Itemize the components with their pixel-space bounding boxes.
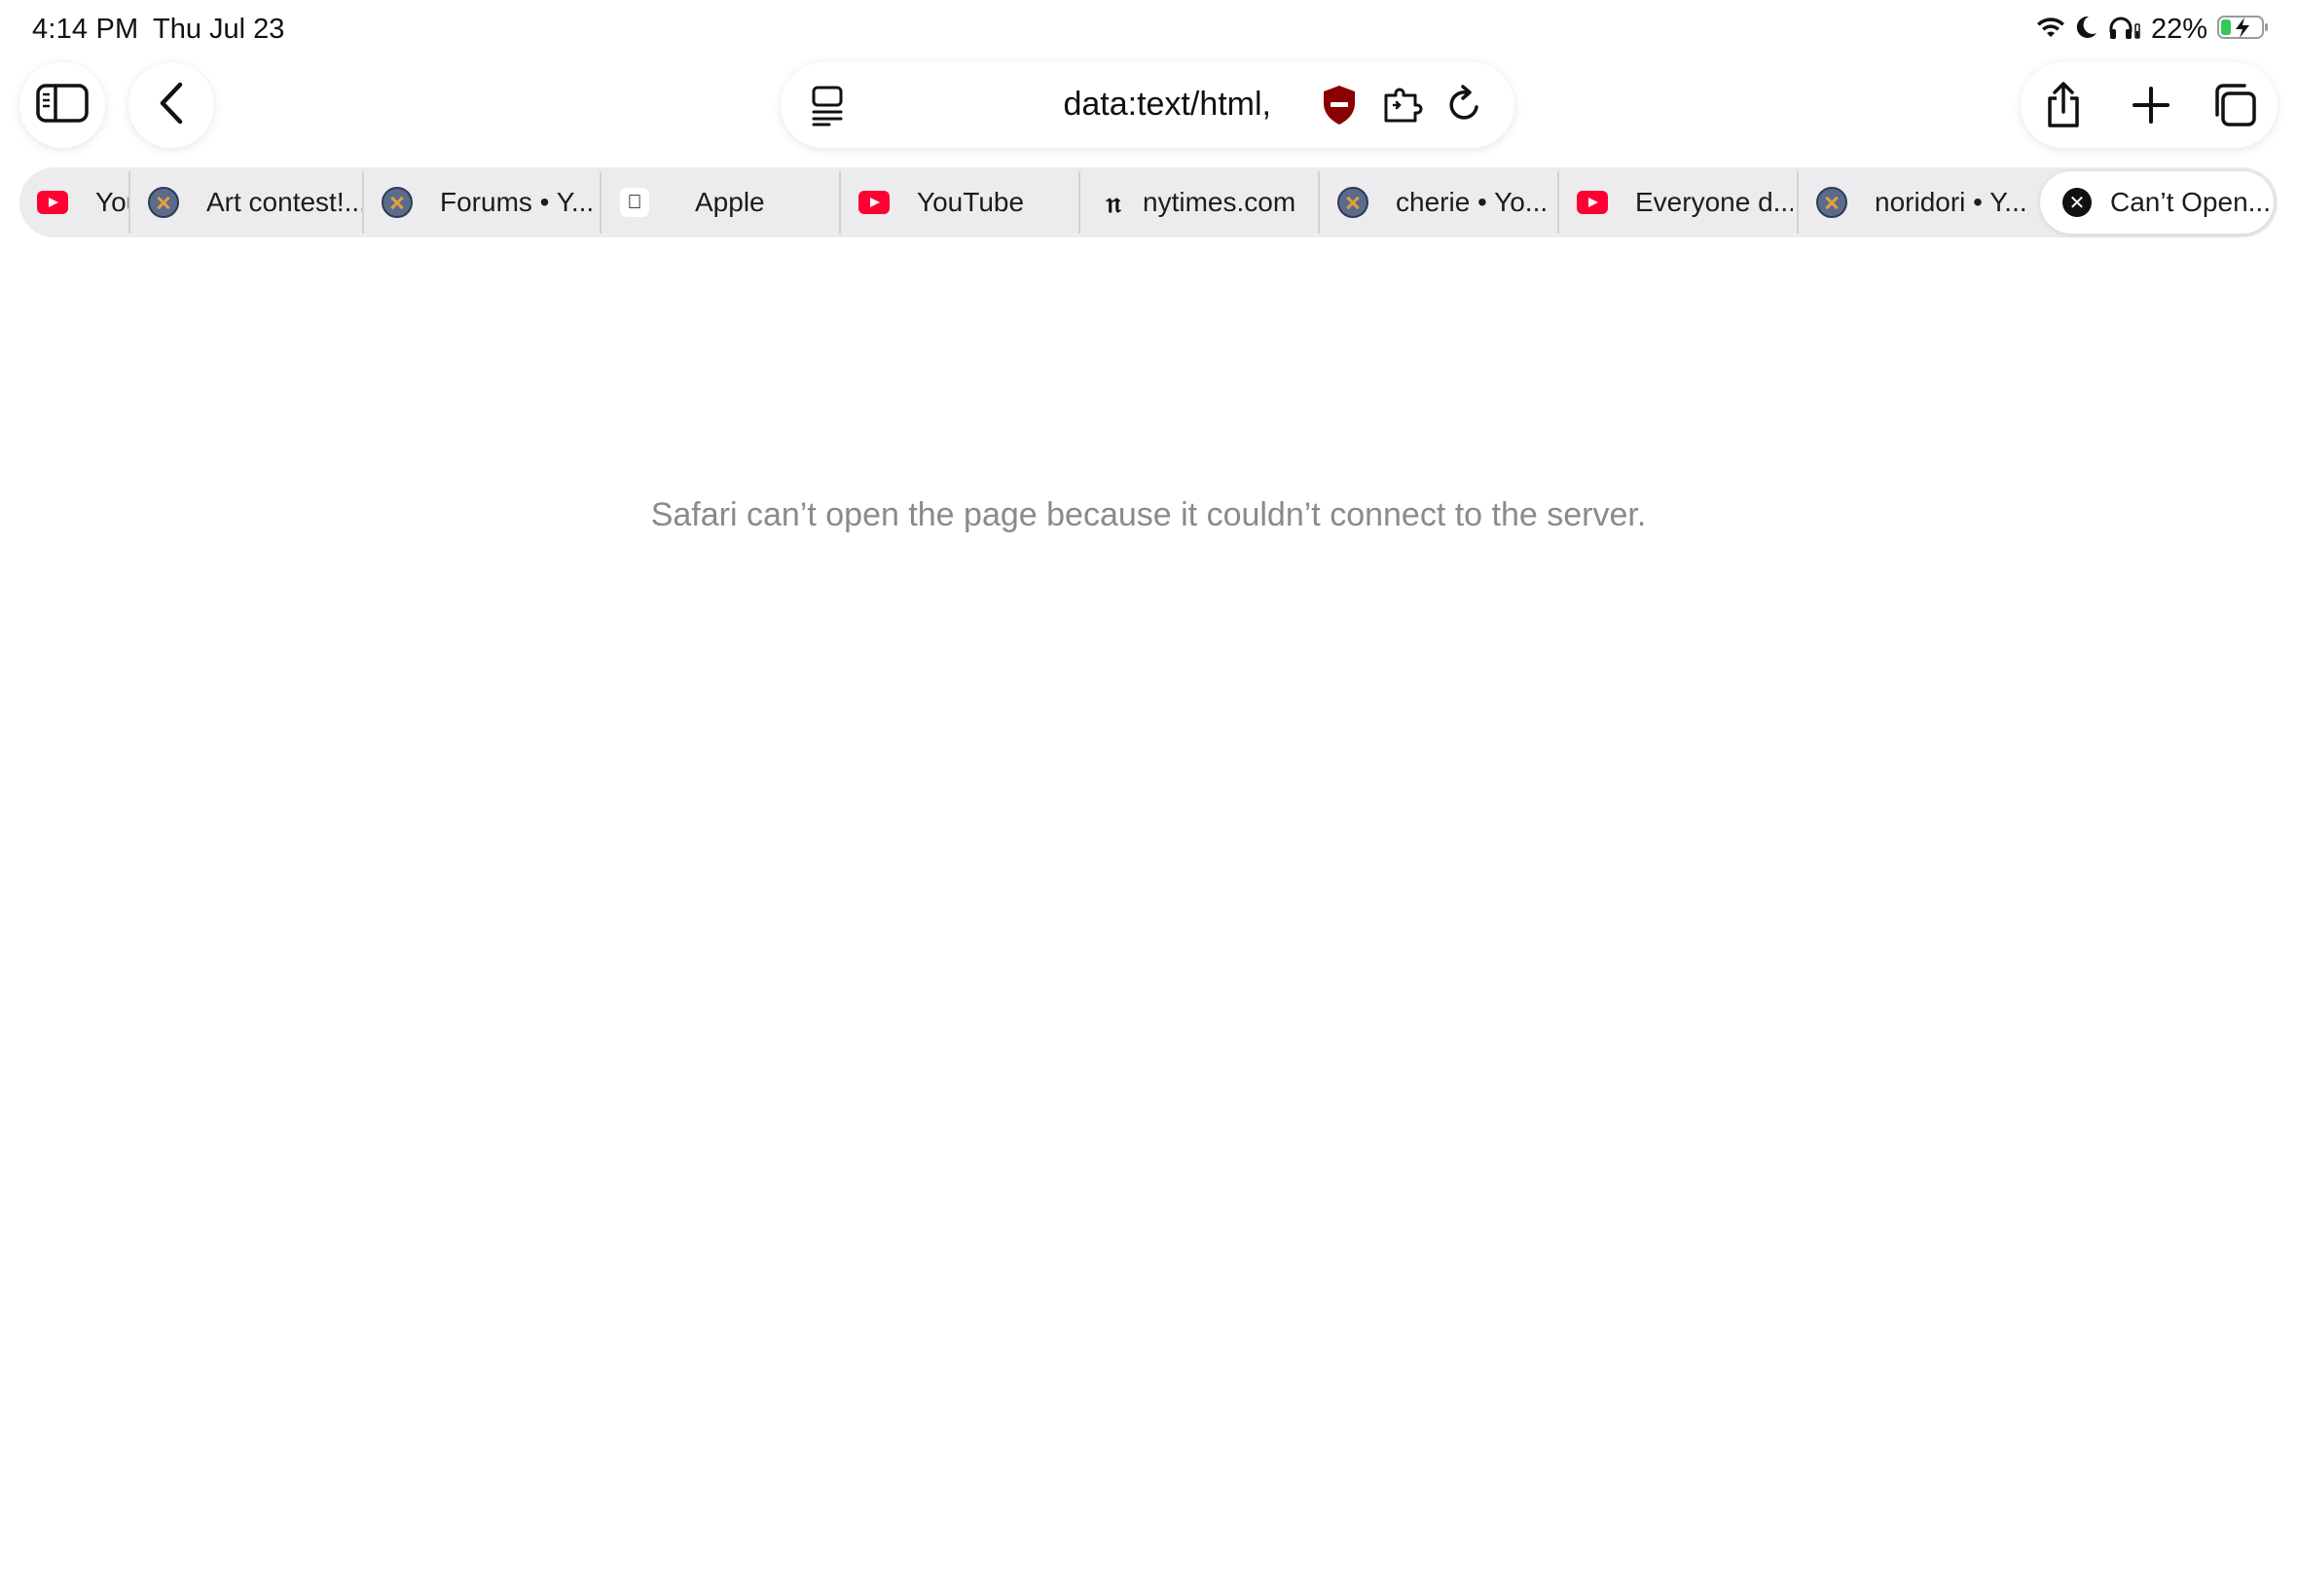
reload-icon[interactable] [1446,84,1485,131]
close-x-icon[interactable]: ✕ [2061,187,2093,218]
tab-art-contest[interactable]: Art contest!... [130,167,364,237]
shield-blocker-icon[interactable] [1320,84,1359,131]
tab-title: cherie • Yo... [1396,187,1549,217]
page-menu-icon[interactable] [808,84,847,131]
tab-bar: You Art contest!... Forums • Y...  Appl… [19,167,2278,237]
share-icon[interactable] [2040,82,2087,128]
youtube-icon [858,187,890,218]
error-message: Safari can’t open the page because it co… [650,496,1647,533]
moon-icon [2075,15,2098,45]
sidebar-button[interactable] [19,62,105,148]
tabs-overview-icon[interactable] [2211,82,2258,128]
tab-title: noridori • Y... [1875,187,2027,217]
extension-icon[interactable] [1380,84,1423,131]
back-chevron-icon [157,81,186,130]
youtube-icon [37,187,68,218]
tab-title: nytimes.com [1143,187,1296,217]
tab-cherie[interactable]: cherie • Yo... [1320,167,1553,237]
tab-title: Apple [695,187,765,217]
tab-forums[interactable]: Forums • Y... [364,167,598,237]
status-bar: 4:14 PM Thu Jul 23 22% [0,0,2297,58]
url-text[interactable]: data:text/html, [878,86,1271,124]
tab-title: Everyone d... [1635,187,1793,217]
toolbar-right-group [2021,62,2278,148]
headphones-icon [2108,15,2141,45]
tab-title: Can’t Open... [2110,187,2271,217]
tab-everyone[interactable]: Everyone d... [1559,167,1793,237]
status-indicators: 22% [2036,12,2270,47]
tab-title: Forums • Y... [440,187,595,217]
tab-nytimes[interactable]: 𝔫 nytimes.com [1080,167,1314,237]
globe-icon [382,187,413,218]
tab-title: Art contest!... [206,187,364,217]
address-bar[interactable]: data:text/html, [781,62,1514,148]
youtube-icon [1577,187,1608,218]
globe-icon [1816,187,1847,218]
apple-logo-icon:  [619,187,650,218]
status-time: 4:14 PM [32,14,139,45]
tab-youtube-2[interactable]: YouTube [841,167,1075,237]
tab-title: You [95,187,128,217]
sidebar-icon [36,83,89,127]
tab-youtube-1[interactable]: You [19,167,128,237]
nyt-logo-icon: 𝔫 [1106,185,1121,220]
battery-charging-icon [2217,15,2270,45]
tab-cant-open-active[interactable]: ✕ Can’t Open... [2040,171,2274,234]
tab-apple[interactable]:  Apple [602,167,835,237]
status-date: Thu Jul 23 [153,14,285,45]
new-tab-plus-icon[interactable] [2128,82,2174,128]
tab-noridori[interactable]: noridori • Y... [1799,167,2032,237]
wifi-icon [2036,16,2065,44]
back-button[interactable] [128,62,214,148]
globe-icon [148,187,179,218]
battery-percent: 22% [2150,13,2207,45]
tab-title: YouTube [917,187,1025,217]
globe-icon [1337,187,1368,218]
